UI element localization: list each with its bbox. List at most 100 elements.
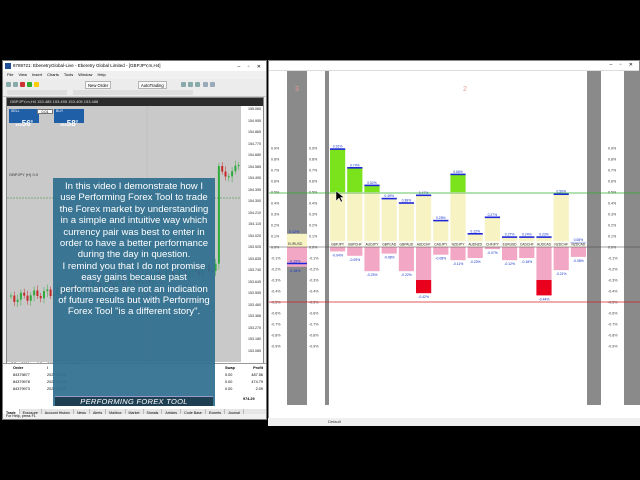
profiles-icon[interactable] [13, 82, 18, 87]
strategy-tester-icon[interactable] [34, 82, 39, 87]
new-order-button[interactable]: New Order [85, 81, 112, 89]
pair-bar-negative [347, 247, 363, 256]
pair-name-label: AUDJPY [365, 243, 379, 247]
bar-chart-icon[interactable] [181, 82, 186, 87]
candle-body [49, 289, 52, 297]
pair-bar-negative [450, 247, 466, 261]
left-scale-label: 0.0% [271, 246, 280, 250]
pair-bar-neutral [381, 198, 397, 247]
candle-body [224, 171, 227, 177]
terminal-column-header[interactable]: Swap [225, 366, 245, 370]
buy-button[interactable]: BUY 153583 [54, 109, 84, 128]
menu-insert[interactable]: Insert [32, 71, 42, 79]
inner-scale-label: -0.1% [309, 257, 319, 261]
pair-low-label: -0.07% [487, 251, 498, 255]
auto-trading-button[interactable]: AutoTrading [138, 81, 167, 89]
timeframe-buttons[interactable] [73, 90, 193, 95]
inner-scale-label: 0.0% [309, 246, 318, 250]
pair-value-label: 0.23% [539, 233, 549, 237]
candlestick-icon[interactable] [188, 82, 193, 87]
performance-status-bar: Default [268, 418, 640, 426]
pair-low-label: -0.08% [384, 256, 395, 260]
right-scale-label: 0.0% [608, 246, 617, 250]
inner-scale-label: -0.6% [309, 312, 319, 316]
pair-value-label: 0.74% [350, 163, 360, 167]
pair-low-label: -0.21% [556, 272, 567, 276]
pair-bar-negative [364, 247, 380, 272]
pair-bar-positive [364, 185, 380, 192]
inner-scale-label: -0.9% [309, 345, 319, 349]
candle-body [231, 171, 234, 177]
caption-footer: PERFORMING FOREX TOOL [55, 396, 213, 406]
lot-size-field[interactable]: 0.01 [37, 109, 53, 114]
gap-column [624, 71, 640, 405]
pair-name-label: AUDCHF [417, 243, 431, 247]
menu-tools[interactable]: Tools [64, 71, 73, 79]
candle-body [43, 291, 45, 299]
candle-body [13, 295, 16, 302]
single-pair-top-label: 0.12% [289, 230, 300, 234]
desktop: 8789721: EbenetryGlobal-Live - Eberetry … [0, 0, 640, 480]
line-chart-icon[interactable] [195, 82, 200, 87]
pair-bar-positive [450, 174, 466, 192]
right-scale-label: -0.1% [608, 257, 618, 261]
pair-bar-strong-negative [416, 280, 432, 294]
pair-low-label: -0.18% [521, 260, 532, 264]
left-scale-label: -0.5% [271, 301, 281, 305]
right-scale-label: -0.6% [608, 312, 618, 316]
window-controls[interactable]: – ▫ ✕ [609, 62, 636, 68]
left-scale-label: -0.9% [271, 345, 281, 349]
terminal-column-header[interactable]: Order [13, 366, 47, 370]
pair-low-label: -0.12% [504, 262, 515, 266]
zoom-in-icon[interactable] [203, 82, 208, 87]
pair-value-label: 0.91% [333, 145, 343, 149]
price-axis-label: 154.770 [248, 141, 261, 146]
inner-scale-label: -0.8% [309, 334, 319, 338]
inner-scale-label: 0.1% [309, 235, 318, 239]
price-axis-label: 154.490 [248, 176, 261, 180]
right-scale-label: 0.7% [608, 169, 617, 173]
right-scale-label: -0.8% [608, 334, 618, 338]
caption-paragraph-2: I remind you that I do not promise easy … [58, 260, 210, 318]
drawing-tools[interactable] [7, 90, 67, 95]
candle-body [221, 166, 224, 172]
pair-bar-negative [570, 247, 586, 257]
right-scale-label: 0.4% [608, 202, 617, 206]
pair-value-label: 0.27% [488, 213, 498, 217]
order-id: 84379978 [13, 380, 30, 384]
candle-body [16, 299, 19, 302]
left-scale-label: 0.8% [271, 158, 280, 162]
menu-window[interactable]: Window [78, 71, 92, 79]
new-chart-icon[interactable] [6, 82, 11, 87]
right-scale-label: 0.1% [608, 235, 617, 239]
terminal-icon[interactable] [27, 82, 32, 87]
pair-value-label: 0.38% [402, 199, 412, 203]
navigator-icon[interactable] [20, 82, 25, 87]
menu-view[interactable]: View [18, 71, 27, 79]
right-scale-label: 0.5% [608, 191, 617, 195]
right-scale-label: -0.4% [608, 290, 618, 294]
candle-body [36, 290, 39, 297]
pair-bar-negative [536, 247, 552, 280]
menu-help[interactable]: Help [97, 71, 105, 79]
right-scale-label: 0.2% [608, 224, 617, 228]
terminal-column-header[interactable]: Profit [245, 366, 263, 370]
mt4-toolbar: New Order AutoTrading [3, 79, 266, 97]
performance-title-bar: – ▫ ✕ [269, 61, 639, 71]
order-id: 84379877 [13, 373, 30, 377]
price-axis-label: 153.645 [248, 279, 261, 284]
inner-scale-label: 0.6% [309, 180, 318, 184]
menu-file[interactable]: File [7, 71, 13, 79]
inner-scale-label: -0.7% [309, 323, 319, 327]
menu-charts[interactable]: Charts [47, 71, 59, 79]
price-axis-label: 154.300 [248, 199, 261, 203]
price-axis-label: 154.020 [248, 233, 261, 238]
price-axis-label: 154.115 [248, 222, 261, 226]
pair-bar-negative [330, 247, 346, 252]
pair-bar-neutral [398, 203, 414, 247]
sell-button[interactable]: SELL 153566 [9, 109, 39, 128]
left-scale-label: -0.4% [271, 290, 281, 294]
pair-name-label: CADCHF [520, 243, 534, 247]
inner-scale-label: 0.5% [309, 191, 318, 195]
zoom-out-icon[interactable] [210, 82, 215, 87]
